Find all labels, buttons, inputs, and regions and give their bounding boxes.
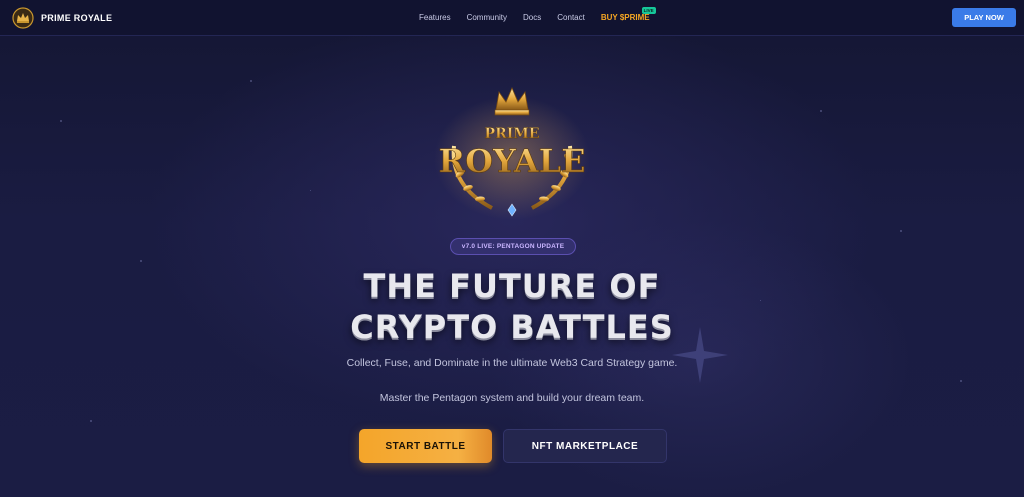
brand[interactable]: PRIME ROYALE: [12, 7, 112, 29]
main-nav: Features Community Docs Contact BUY $PRI…: [419, 7, 656, 22]
brand-name: PRIME ROYALE: [41, 13, 113, 23]
nav-link-contact[interactable]: Contact: [557, 13, 585, 22]
subtitle-line-2: Master the Pentagon system and build you…: [379, 392, 645, 404]
live-badge: LIVE: [641, 7, 656, 14]
background-star: [960, 380, 962, 382]
buy-token-link[interactable]: BUY $PRIME LIVE: [600, 7, 656, 22]
background-star: [310, 190, 311, 191]
top-navbar: PRIME ROYALE Features Community Docs Con…: [0, 0, 1024, 36]
subtitle-line-1: Collect, Fuse, and Dominate in the ultim…: [346, 357, 678, 369]
headline-line-2: CRYPTO BATTLES: [350, 308, 674, 346]
emblem-prime-text: PRIME: [485, 126, 540, 142]
play-now-button[interactable]: PLAY NOW: [952, 8, 1016, 27]
nav-link-community[interactable]: Community: [467, 13, 507, 22]
emblem-royale-text: ROYALE: [439, 142, 586, 180]
background-star: [250, 80, 252, 82]
nft-marketplace-button[interactable]: NFT MARKETPLACE: [503, 429, 667, 463]
background-star: [60, 120, 62, 122]
nav-link-features[interactable]: Features: [419, 13, 451, 22]
background-star: [90, 420, 92, 422]
prime-royale-emblem: PRIME ROYALE: [434, 86, 590, 220]
version-pill: v7.0 LIVE: PENTAGON UPDATE: [450, 238, 576, 255]
background-star: [900, 230, 902, 232]
start-battle-button[interactable]: START BATTLE: [359, 429, 492, 463]
buy-token-label: BUY $PRIME: [600, 13, 650, 22]
background-star: [820, 110, 822, 112]
crown-logo-icon: [12, 7, 34, 29]
background-star: [140, 260, 142, 262]
headline-line-1: THE FUTURE OF: [363, 267, 661, 305]
landing-page: PRIME ROYALE Features Community Docs Con…: [0, 0, 1024, 497]
nav-link-docs[interactable]: Docs: [523, 13, 541, 22]
